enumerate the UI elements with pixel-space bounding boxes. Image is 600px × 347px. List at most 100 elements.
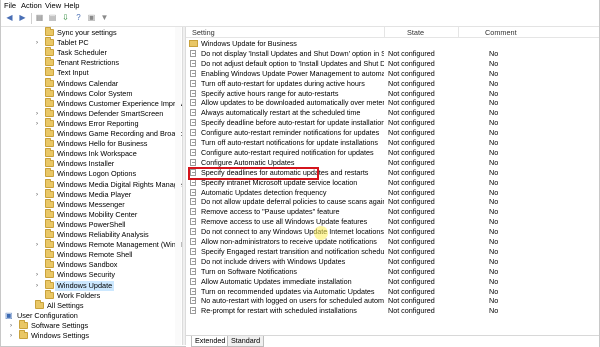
policy-row[interactable]: Re-prompt for restart with scheduled ins…	[186, 306, 599, 316]
tree-item[interactable]: Tenant Restrictions	[1, 57, 182, 68]
tree-item[interactable]: Windows Remote Shell	[1, 249, 182, 260]
policy-row[interactable]: Do not connect to any Windows Update Int…	[186, 227, 599, 237]
folder-icon	[45, 229, 54, 238]
policy-row[interactable]: Always automatically restart at the sche…	[186, 108, 599, 118]
policy-row[interactable]: Turn on recommended updates via Automati…	[186, 287, 599, 297]
policy-row[interactable]: Do not allow update deferral policies to…	[186, 197, 599, 207]
tree-item[interactable]: Windows Messenger	[1, 198, 182, 210]
tree-item[interactable]: Windows Hello for Business	[1, 138, 182, 149]
tree-item[interactable]: › Windows Media Player	[1, 188, 182, 200]
chevron-right-icon[interactable]: ›	[36, 119, 38, 129]
chevron-right-icon[interactable]: ›	[36, 270, 38, 280]
policy-row[interactable]: Turn on Software Notifications Not config…	[186, 267, 599, 277]
chevron-right-icon[interactable]: ›	[10, 331, 12, 341]
tree-item[interactable]: Windows Sandbox	[1, 259, 182, 270]
tree-item[interactable]: Windows Game Recording and Broadcasti	[1, 128, 182, 139]
policy-folder-row[interactable]: Windows Update for Business	[186, 39, 599, 49]
tree-item[interactable]: ⌄▣User Configuration	[1, 311, 182, 321]
tree-item[interactable]: Work Folders	[1, 289, 182, 301]
tab-standard[interactable]: Standard	[227, 336, 265, 347]
column-divider[interactable]	[384, 27, 385, 37]
policy-row[interactable]: Remove access to "Pause updates" feature…	[186, 207, 599, 217]
policy-row[interactable]: Configure auto-restart reminder notifica…	[186, 128, 599, 138]
chevron-right-icon[interactable]: ›	[36, 109, 38, 119]
tree-item[interactable]: › Windows Error Reporting	[1, 117, 182, 129]
tab-extended[interactable]: Extended	[191, 336, 230, 347]
policy-row[interactable]: Specify Engaged restart transition and n…	[186, 247, 599, 257]
tree-item[interactable]: Task Scheduler	[1, 47, 182, 58]
policy-row[interactable]: Configure auto-restart required notifica…	[186, 148, 599, 158]
column-header-state[interactable]: State	[407, 28, 424, 37]
policy-state: Not configured	[388, 276, 435, 286]
policy-row[interactable]: Turn off auto-restart notifications for …	[186, 138, 599, 148]
tree-item[interactable]: › Software Settings	[1, 319, 182, 331]
tree-item[interactable]: Sync your settings	[1, 27, 182, 38]
view-icon[interactable]: ▣	[86, 13, 97, 23]
tree-item[interactable]: › Windows Defender SmartScreen	[1, 107, 182, 119]
tree-item[interactable]: › Windows Remote Management (WinRM)	[1, 239, 182, 250]
export-list-icon[interactable]: ⇩	[60, 13, 71, 23]
chevron-right-icon[interactable]: ›	[36, 281, 38, 291]
show-hide-tree-icon[interactable]: ▦	[34, 13, 45, 23]
policy-row[interactable]: Do not include drivers with Windows Upda…	[186, 257, 599, 267]
menu-action[interactable]: Action	[21, 1, 42, 10]
policy-row[interactable]: Do not adjust default option to 'Install…	[186, 59, 599, 69]
column-header-comment[interactable]: Comment	[485, 28, 517, 37]
tree-item[interactable]: › Tablet PC	[1, 37, 182, 48]
policy-state: Not configured	[388, 58, 435, 68]
tree-item-label: Windows Reliability Analysis	[57, 230, 149, 239]
column-divider[interactable]	[458, 27, 459, 37]
menu-file[interactable]: File	[4, 1, 16, 10]
policy-row[interactable]: Turn off auto-restart for updates during…	[186, 79, 599, 89]
tree-item[interactable]: › Windows Security	[1, 269, 182, 280]
chevron-right-icon[interactable]: ›	[36, 240, 38, 250]
folder-icon	[45, 158, 54, 168]
policy-row[interactable]: Specify active hours range for auto-rest…	[186, 89, 599, 99]
tree-item[interactable]: › Windows Settings	[1, 330, 182, 341]
back-arrow-icon[interactable]: ◀	[4, 13, 15, 23]
tree-item[interactable]: Windows Mobility Center	[1, 208, 182, 220]
policy-row[interactable]: Remove access to use all Windows Update …	[186, 217, 599, 227]
policy-row[interactable]: Allow Automatic Updates immediate instal…	[186, 277, 599, 287]
policy-row[interactable]: Allow non-administrators to receive upda…	[186, 237, 599, 247]
tree-item[interactable]: Windows Installer	[1, 158, 182, 169]
tree-item[interactable]: Windows Logon Options	[1, 168, 182, 179]
tree-item[interactable]: Windows PowerShell	[1, 218, 182, 230]
tree-item[interactable]: Windows Customer Experience Improvem	[1, 97, 182, 109]
policy-row[interactable]: Allow updates to be downloaded automatic…	[186, 98, 599, 108]
tree-item[interactable]: Text Input	[1, 67, 182, 78]
help-icon[interactable]: ?	[73, 13, 84, 23]
tree-item[interactable]: Windows Color System	[1, 87, 182, 99]
policy-setting: Specify active hours range for auto-rest…	[201, 88, 339, 98]
tree-item[interactable]: Windows Calendar	[1, 77, 182, 89]
tree-item[interactable]: Windows Reliability Analysis	[1, 229, 182, 240]
policy-setting-icon	[190, 59, 196, 67]
tree-item-label: Windows PowerShell	[57, 219, 126, 229]
menu-help[interactable]: Help	[64, 1, 79, 10]
chevron-right-icon[interactable]: ›	[10, 321, 12, 331]
chevron-right-icon[interactable]: ›	[36, 38, 38, 48]
policy-row[interactable]: Automatic Updates detection frequency Not…	[186, 188, 599, 198]
tree-item[interactable]: All Settings	[1, 299, 182, 311]
chevron-right-icon[interactable]: ›	[36, 190, 38, 200]
policy-setting-icon	[190, 287, 196, 295]
tree-item-label: Windows Defender SmartScreen	[57, 108, 164, 118]
column-header-setting[interactable]: Setting	[192, 28, 215, 37]
menu-view[interactable]: View	[45, 1, 61, 10]
tree-item[interactable]: Windows Media Digital Rights Manageme	[1, 178, 182, 190]
forward-arrow-icon[interactable]: ▶	[17, 13, 28, 23]
policy-comment: No	[489, 108, 499, 118]
policy-row[interactable]: Specify deadline before auto-restart for…	[186, 118, 599, 128]
folder-icon	[45, 279, 54, 289]
policy-setting-icon	[190, 228, 196, 236]
tree-item[interactable]: Windows Ink Workspace	[1, 148, 182, 159]
tree-item[interactable]: › Windows Update	[1, 279, 182, 291]
tree-item-label: All Settings	[47, 300, 84, 310]
policy-row[interactable]: Enabling Windows Update Power Management…	[186, 69, 599, 79]
tree-scrollbar[interactable]	[175, 27, 181, 345]
policy-row[interactable]: Do not display 'Install Updates and Shut…	[186, 49, 599, 59]
properties-icon[interactable]: ▤	[47, 13, 58, 23]
filter-icon[interactable]: ▼	[99, 13, 110, 23]
policy-state: Not configured	[388, 147, 435, 157]
policy-row[interactable]: No auto-restart with logged on users for…	[186, 296, 599, 306]
